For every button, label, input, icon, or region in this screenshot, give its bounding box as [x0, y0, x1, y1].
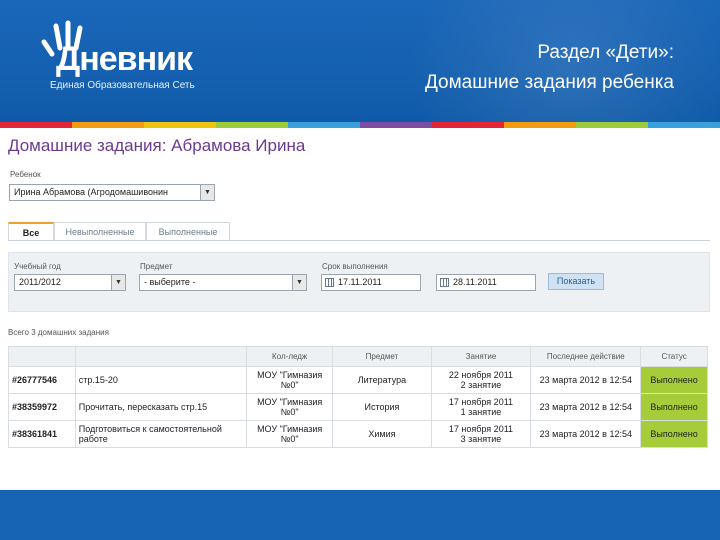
lesson-number: 1 занятие	[460, 407, 502, 417]
stripe-segment	[72, 122, 144, 128]
status-badge: Выполнено	[640, 393, 708, 421]
homework-subject: Химия	[332, 420, 432, 448]
lesson-date: 17 ноября 2011	[448, 397, 514, 407]
homework-subject: Литература	[332, 366, 432, 394]
homework-tabs: Все Невыполненные Выполненные	[8, 222, 710, 241]
homework-id[interactable]: #26777546	[8, 366, 76, 394]
homework-subject: История	[332, 393, 432, 421]
stripe-segment	[504, 122, 576, 128]
lesson-date: 17 ноября 2011	[448, 424, 514, 434]
stripe-segment	[576, 122, 648, 128]
stripe-segment	[144, 122, 216, 128]
header-lesson: Занятие	[430, 346, 532, 367]
status-badge: Выполнено	[640, 366, 708, 394]
tab-all[interactable]: Все	[8, 222, 54, 240]
subject-select-value: - выберите -	[144, 277, 196, 287]
child-label: Ребенок	[10, 170, 41, 179]
year-select-value: 2011/2012	[19, 277, 61, 287]
chevron-down-icon: ▼	[200, 185, 214, 200]
lesson-date: 22 ноября 2011	[448, 370, 514, 380]
calendar-icon[interactable]	[440, 278, 449, 287]
stripe-segment	[432, 122, 504, 128]
homework-task: стр.15-20	[74, 366, 248, 394]
homework-id[interactable]: #38361841	[8, 420, 76, 448]
lesson-number: 2 занятие	[460, 380, 502, 390]
year-select[interactable]: 2011/2012 ▼	[14, 274, 126, 291]
child-select-value: Ирина Абрамова (Агродомашивонин	[14, 187, 168, 197]
lesson-number: 3 занятие	[460, 434, 502, 444]
header-last-action: Последнее действие	[530, 346, 642, 367]
chevron-down-icon: ▼	[111, 275, 125, 290]
date-to-value: 28.11.2011	[453, 277, 497, 287]
homework-school: МОУ "Гимназия №0"	[246, 393, 334, 421]
stripe-segment	[216, 122, 288, 128]
date-from-input[interactable]: 17.11.2011	[321, 274, 421, 291]
year-label: Учебный год	[14, 262, 61, 271]
color-stripe	[0, 122, 720, 128]
child-select[interactable]: Ирина Абрамова (Агродомашивонин ▼	[9, 184, 215, 201]
due-date-label: Срок выполнения	[322, 262, 388, 271]
homework-school: МОУ "Гимназия №0"	[246, 420, 334, 448]
header-school: Кол-ледж	[246, 346, 334, 367]
header-task	[74, 346, 248, 367]
total-count: Всего 3 домашних задания	[8, 328, 109, 337]
show-button[interactable]: Показать	[548, 273, 604, 290]
slide-title-line2: Домашние задания ребенка	[424, 72, 674, 93]
subject-select[interactable]: - выберите - ▼	[139, 274, 307, 291]
slide-title-line1: Раздел «Дети»:	[537, 42, 674, 63]
homework-school: МОУ "Гимназия №0"	[246, 366, 334, 394]
date-to-input[interactable]: 28.11.2011	[436, 274, 536, 291]
homework-id[interactable]: #38359972	[8, 393, 76, 421]
homework-task: Прочитать, пересказать стр.15	[74, 393, 248, 421]
tab-incomplete[interactable]: Невыполненные	[54, 222, 146, 240]
table-header-row: Кол-ледж Предмет Занятие Последнее дейст…	[8, 346, 708, 367]
slide-footer	[0, 490, 720, 540]
homework-lesson: 17 ноября 2011 1 занятие	[430, 393, 532, 421]
stripe-segment	[288, 122, 360, 128]
page-title: Домашние задания: Абрамова Ирина	[8, 136, 306, 155]
logo-text: Дневник	[56, 40, 193, 78]
date-from-value: 17.11.2011	[338, 277, 382, 287]
homework-lesson: 22 ноября 2011 2 занятие	[430, 366, 532, 394]
chevron-down-icon: ▼	[292, 275, 306, 290]
logo-subtitle: Единая Образовательная Сеть	[50, 80, 195, 91]
homework-last-action: 23 марта 2012 в 12:54	[530, 366, 642, 394]
header-id	[8, 346, 76, 367]
homework-task: Подготовиться к самостоятельной работе	[74, 420, 248, 448]
table-row[interactable]: #38359972 Прочитать, пересказать стр.15 …	[8, 393, 708, 421]
homework-last-action: 23 марта 2012 в 12:54	[530, 420, 642, 448]
calendar-icon[interactable]	[325, 278, 334, 287]
homework-table: Кол-ледж Предмет Занятие Последнее дейст…	[8, 346, 708, 448]
header-status: Статус	[640, 346, 708, 367]
table-row[interactable]: #26777546 стр.15-20 МОУ "Гимназия №0" Ли…	[8, 366, 708, 394]
stripe-segment	[360, 122, 432, 128]
slide-title: Раздел «Дети»: Домашние задания ребенка	[334, 38, 674, 98]
slide-header: Дневник Единая Образовательная Сеть Разд…	[0, 0, 720, 122]
homework-last-action: 23 марта 2012 в 12:54	[530, 393, 642, 421]
status-badge: Выполнено	[640, 420, 708, 448]
header-subject: Предмет	[332, 346, 432, 367]
homework-lesson: 17 ноября 2011 3 занятие	[430, 420, 532, 448]
tab-completed[interactable]: Выполненные	[146, 222, 230, 240]
subject-label: Предмет	[140, 262, 173, 271]
table-row[interactable]: #38361841 Подготовиться к самостоятельно…	[8, 420, 708, 448]
stripe-segment	[648, 122, 720, 128]
stripe-segment	[0, 122, 72, 128]
